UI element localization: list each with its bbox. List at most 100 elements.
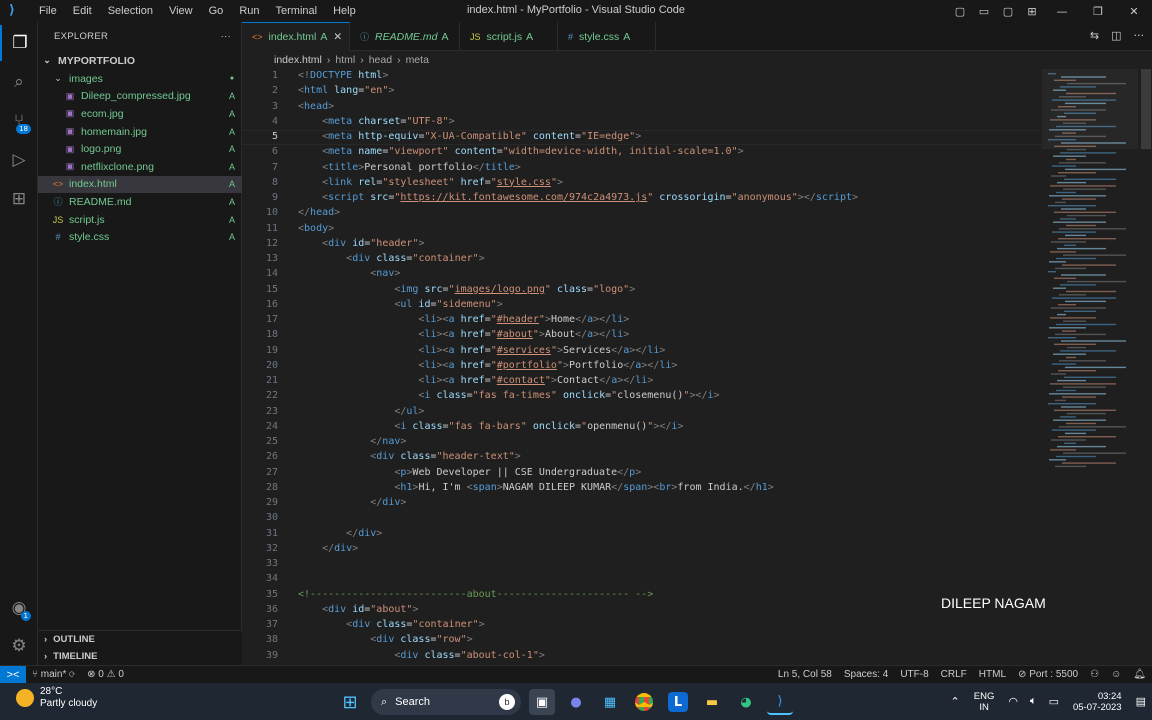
breadcrumb-item[interactable]: meta xyxy=(406,54,429,66)
source-control-icon[interactable]: ⑂ 18 xyxy=(0,103,38,139)
split-editor-icon[interactable]: ◫ xyxy=(1111,29,1121,42)
wifi-icon[interactable]: ◠ xyxy=(1008,695,1018,708)
chrome-icon[interactable] xyxy=(631,689,657,715)
menu-view[interactable]: View xyxy=(161,5,201,17)
language-mode[interactable]: HTML xyxy=(973,669,1012,680)
minimap-line xyxy=(1055,333,1106,336)
line-ending[interactable]: CRLF xyxy=(935,669,973,680)
more-tab-actions-icon[interactable]: ··· xyxy=(1134,29,1145,42)
edge-icon[interactable]: ◕ xyxy=(733,689,759,715)
remote-indicator-icon[interactable]: >< xyxy=(0,665,26,684)
code-line: <ul id="sidemenu"> xyxy=(298,299,502,310)
breadcrumb-item[interactable]: html xyxy=(335,54,355,66)
tree-item[interactable]: ▣ logo.png A xyxy=(38,140,242,158)
live-server-port[interactable]: ⊘ Port : 5500 xyxy=(1012,669,1084,680)
breadcrumb-item[interactable]: head xyxy=(369,54,392,66)
minimap-line xyxy=(1067,280,1126,283)
start-menu-icon[interactable]: ⊞ xyxy=(337,689,363,715)
tree-item[interactable]: ⓘ README.md A xyxy=(38,193,242,211)
search-icon[interactable]: ⌕ xyxy=(0,64,38,100)
more-actions-icon[interactable]: ··· xyxy=(221,31,231,42)
close-window-button[interactable]: ✕ xyxy=(1116,5,1152,18)
notification-center-icon[interactable]: ▤ xyxy=(1136,695,1146,708)
customize-layout-icon[interactable]: ⊞ xyxy=(1020,5,1044,18)
code-editor[interactable]: 1 <!DOCTYPE html> 2 <html lang="en"> 3 <head>… xyxy=(242,69,1042,665)
encoding[interactable]: UTF-8 xyxy=(894,669,934,680)
vscode-taskbar-icon[interactable]: ⟩ xyxy=(767,689,793,715)
toggle-panel-icon[interactable]: ▭ xyxy=(972,5,996,18)
tree-item[interactable]: ▣ Dileep_compressed.jpg A xyxy=(38,88,242,106)
minimap-line xyxy=(1050,251,1076,253)
minimize-button[interactable]: — xyxy=(1044,5,1080,18)
tab-style-css[interactable]: # style.css A xyxy=(558,22,656,51)
problems-indicator[interactable]: ⊗ 0 ⚠ 0 xyxy=(81,669,130,680)
weather-widget[interactable]: 28°C Partly cloudy xyxy=(16,686,97,710)
explorer-icon[interactable]: ❐ xyxy=(0,25,38,61)
file-explorer-icon[interactable]: ▬ xyxy=(699,689,725,715)
tree-item[interactable]: ▣ ecom.jpg A xyxy=(38,105,242,123)
timeline-section[interactable]: › TIMELINE xyxy=(38,648,242,665)
tree-item-label: homemain.jpg xyxy=(81,125,147,138)
extensions-icon[interactable]: ⊞ xyxy=(0,181,38,217)
code-line: <div class="container"> xyxy=(298,253,485,264)
tree-item[interactable]: ▣ netflixclone.png A xyxy=(38,158,242,176)
notifications-icon[interactable]: 🔔︎ xyxy=(1127,669,1152,680)
code-token: ></ xyxy=(593,329,612,341)
sync-icon[interactable]: ⟳ xyxy=(69,669,75,680)
settings-gear-icon[interactable]: ⚙ xyxy=(0,628,38,664)
lightroom-icon[interactable]: L xyxy=(668,692,688,712)
tab-readme-md[interactable]: ⓘ README.md A xyxy=(350,22,460,51)
branch-indicator[interactable]: ⑂ main* ⟳ xyxy=(26,669,81,680)
minimap-line xyxy=(1058,238,1116,240)
menu-run[interactable]: Run xyxy=(231,5,267,17)
minimap-line xyxy=(1051,241,1086,243)
tree-item[interactable]: ⌄ images ● xyxy=(38,70,242,88)
tree-item[interactable]: # style.css A xyxy=(38,228,242,246)
minimap-slider[interactable] xyxy=(1042,69,1138,149)
tab-script-js[interactable]: JS script.js A xyxy=(460,22,558,51)
code-token: title xyxy=(484,161,515,173)
workspace-root[interactable]: ⌄ MYPORTFOLIO xyxy=(38,52,242,70)
tree-item[interactable]: <> index.html A xyxy=(38,175,242,194)
minimap-line xyxy=(1048,403,1096,405)
taskbar-search[interactable]: ⌕ Search b xyxy=(371,689,521,715)
tab-index-html[interactable]: <> index.html A ✕ xyxy=(242,22,350,51)
feedback-icon[interactable]: ☺ xyxy=(1105,669,1127,680)
outline-section[interactable]: › OUTLINE xyxy=(38,631,242,648)
indentation[interactable]: Spaces: 4 xyxy=(838,669,894,680)
menu-help[interactable]: Help xyxy=(325,5,364,17)
cursor-position[interactable]: Ln 5, Col 58 xyxy=(772,669,838,680)
maximize-button[interactable]: ❐ xyxy=(1080,5,1116,18)
code-token: > xyxy=(418,405,425,417)
teams-chat-icon[interactable]: ● xyxy=(563,689,589,715)
menu-selection[interactable]: Selection xyxy=(100,5,161,17)
microsoft-store-icon[interactable]: ▦ xyxy=(597,689,623,715)
menu-file[interactable]: File xyxy=(31,5,65,17)
system-clock[interactable]: 03:24 05-07-2023 xyxy=(1073,691,1122,713)
menu-edit[interactable]: Edit xyxy=(65,5,100,17)
open-changes-icon[interactable]: ⇆ xyxy=(1090,29,1099,42)
git-status-badge: A xyxy=(228,126,235,137)
battery-icon[interactable]: ▭ xyxy=(1049,695,1059,708)
account-icon[interactable]: ◉ 1 xyxy=(0,590,38,626)
code-line: <img src="images/logo.png" class="logo"> xyxy=(298,284,635,295)
task-view-icon[interactable]: ▣ xyxy=(529,689,555,715)
toggle-sidebar-icon[interactable]: ▢ xyxy=(948,5,972,18)
tree-item[interactable]: JS script.js A xyxy=(38,211,242,229)
vertical-scrollbar-thumb[interactable] xyxy=(1141,69,1151,149)
minimap-line xyxy=(1056,455,1096,458)
minimap[interactable] xyxy=(1042,69,1152,665)
toggle-secondary-sidebar-icon[interactable]: ▢ xyxy=(996,5,1020,18)
volume-icon[interactable]: 🔈︎ xyxy=(1030,695,1037,708)
language-indicator[interactable]: ENG IN xyxy=(974,691,995,713)
code-token: </ xyxy=(472,161,485,173)
menu-terminal[interactable]: Terminal xyxy=(268,5,326,17)
copilot-icon[interactable]: ⚇ xyxy=(1084,669,1105,680)
show-hidden-icons-icon[interactable]: ⌃ xyxy=(951,695,960,708)
tree-item[interactable]: ▣ homemain.jpg A xyxy=(38,123,242,141)
line-number: 20 xyxy=(265,359,278,371)
menu-go[interactable]: Go xyxy=(201,5,232,17)
breadcrumb-item[interactable]: index.html xyxy=(274,54,322,66)
run-debug-icon[interactable]: ▷ xyxy=(0,142,38,178)
close-tab-icon[interactable]: ✕ xyxy=(333,31,342,43)
